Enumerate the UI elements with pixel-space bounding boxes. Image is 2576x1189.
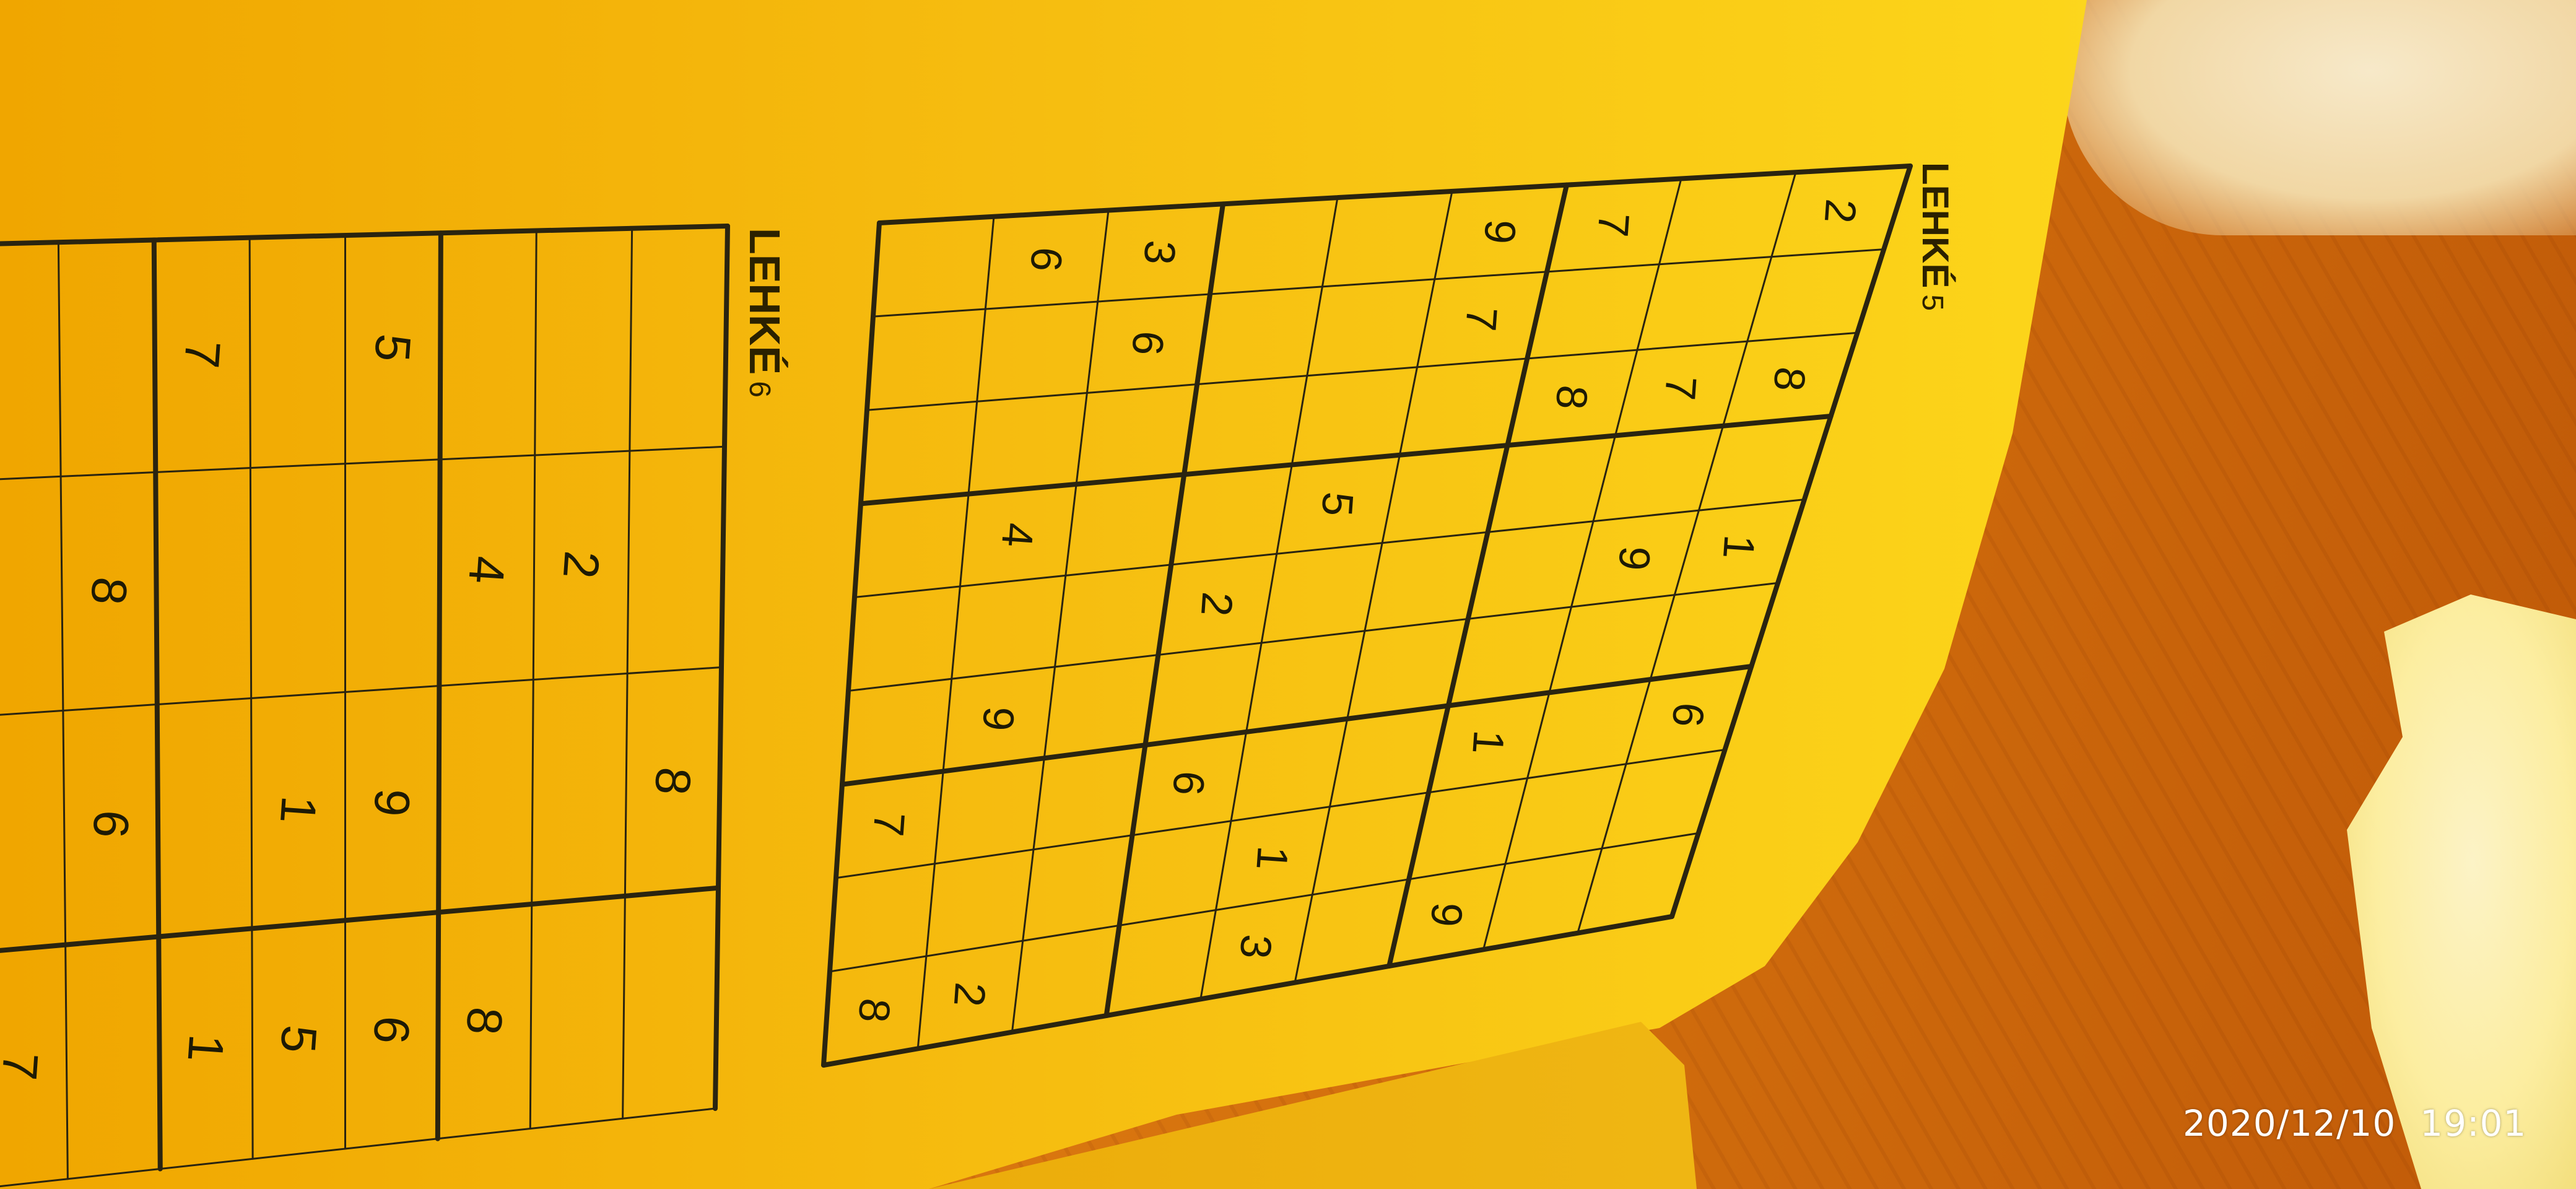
puzzle-5-given-digit: 1: [1714, 533, 1764, 560]
puzzle-6-given-digit: 7: [174, 339, 231, 370]
puzzle-5-given-digit: 3: [1135, 239, 1185, 266]
sudoku-grid-6: 8 2 4 8 5 9 6 1 5 7 1 8 6 7: [0, 224, 730, 1188]
puzzle-6-given-digit: 5: [364, 332, 421, 364]
puzzle-5-given-digit: 1: [1247, 845, 1297, 872]
puzzle-5-given-digit: 8: [1547, 384, 1597, 411]
puzzle-5-given-digit: 6: [1022, 246, 1072, 273]
photo-timestamp: 2020/12/10 19:01: [2183, 1102, 2527, 1144]
photo-scene: LEHKÉ5 LEHKÉ6 2816797819975132636649278 …: [0, 0, 2576, 1189]
puzzle-6-given-digit: 1: [178, 1032, 235, 1064]
puzzle-6-gridline: [0, 445, 726, 481]
puzzle-5-given-digit: 7: [1588, 211, 1638, 238]
puzzle-5-given-digit: 5: [1313, 490, 1363, 518]
puzzle-5-given-digit: 2: [1816, 198, 1866, 225]
puzzle-6-given-digit: 4: [458, 554, 515, 586]
puzzle-6-given-digit: 8: [645, 765, 702, 797]
puzzle-6-given-digit: 1: [270, 794, 327, 825]
puzzle-5-gridline: [916, 216, 995, 1050]
puzzle-5-given-digit: 9: [1609, 545, 1660, 572]
puzzle-5-given-digit: 3: [1231, 933, 1281, 960]
puzzle-6-gridline: [0, 885, 721, 953]
puzzle-5-given-digit: 8: [850, 996, 900, 1024]
puzzle-5-gridline: [866, 331, 1858, 411]
puzzle-6-gridline: [0, 666, 723, 716]
puzzle-5-gridline: [821, 220, 882, 1068]
puzzle-6-given-digit: 2: [553, 549, 610, 581]
puzzle-5-gridline: [1386, 182, 1569, 969]
puzzle-6-number: 6: [743, 381, 776, 398]
puzzle-6-gridline: [151, 237, 163, 1172]
puzzle-5-gridline: [858, 414, 1834, 507]
puzzle-6-gridline: [0, 1107, 716, 1188]
puzzle-5-given-digit: 4: [993, 521, 1043, 549]
puzzle-5-given-digit: 9: [973, 705, 1024, 733]
puzzle-6-title-text: LEHKÉ: [741, 228, 789, 375]
puzzle-5-given-digit: 7: [1656, 375, 1706, 402]
puzzle-5-gridline: [847, 581, 1779, 692]
puzzle-5-given-digit: 2: [945, 981, 995, 1008]
puzzle-5-given-digit: 6: [1123, 329, 1173, 357]
puzzle-5-given-digit: 9: [1422, 901, 1472, 928]
puzzle-5-given-digit: 7: [1456, 305, 1507, 333]
puzzle-5-gridline: [877, 163, 1913, 225]
puzzle-6-given-digit: 5: [271, 1024, 328, 1055]
puzzle-6-given-digit: 9: [363, 787, 420, 819]
puzzle-6-gridline: [0, 224, 730, 246]
puzzle-5-gridline: [1669, 163, 1913, 919]
puzzle-5-given-digit: 7: [864, 811, 914, 838]
puzzle-5-gridline: [1011, 209, 1110, 1034]
puzzle-6-title: LEHKÉ 6: [740, 228, 790, 398]
puzzle-5-given-digit: 9: [1475, 218, 1525, 245]
puzzle-5-given-digit: 2: [1192, 590, 1242, 617]
puzzle-6-given-digit: 8: [80, 575, 137, 607]
light-glare: [2062, 0, 2576, 235]
puzzle-6-gridline: [435, 230, 443, 1141]
puzzle-6-given-digit: 8: [456, 1005, 513, 1037]
puzzle-5-given-digit: 1: [1463, 728, 1513, 756]
sudoku-grid-5: 2 8 1 6 7 9 7 8 1 9 9 7 5 1 3 2 6 3 6 6 4 9 2 7 8: [821, 163, 1913, 1068]
puzzle-6-given-digit: 6: [363, 1014, 420, 1046]
puzzle-6-given-digit: 6: [82, 808, 139, 840]
puzzle-5-given-digit: 6: [1663, 701, 1713, 728]
puzzle-5-given-digit: 8: [1765, 365, 1815, 393]
puzzle-6-given-digit: 7: [0, 1051, 48, 1082]
puzzle-5-given-digit: 6: [1164, 770, 1214, 797]
